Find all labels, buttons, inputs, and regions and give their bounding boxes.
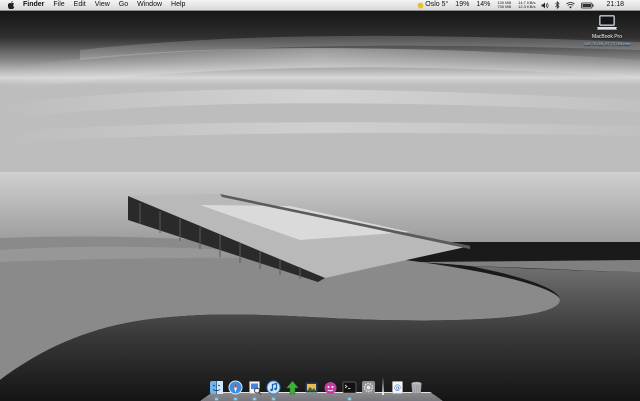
menu-window[interactable]: Window (137, 0, 162, 10)
menu-edit[interactable]: Edit (74, 0, 86, 10)
menu-bar-status-area: Oslo 5° 19% 14% 130 MB 730 MB 14.7 KB/s … (411, 0, 640, 10)
menu-view[interactable]: View (95, 0, 110, 10)
volume-icon[interactable] (541, 2, 549, 9)
laptop-drive-icon (597, 15, 617, 30)
dock-iphoto[interactable] (304, 380, 319, 395)
dock-system-preferences[interactable] (361, 380, 376, 395)
weather-menu-extra[interactable]: Oslo 5° (418, 0, 448, 10)
dock-itunes[interactable] (266, 380, 281, 400)
dock-preview[interactable] (247, 380, 262, 400)
dock-terminal[interactable] (342, 380, 357, 400)
disk-meter[interactable]: 14.7 KB/s 12.3 KB/s (518, 1, 535, 9)
menu-file[interactable]: File (53, 0, 64, 10)
menu-help[interactable]: Help (171, 0, 185, 10)
network-bottom-value: 730 MB (497, 4, 512, 9)
dock-safari[interactable] (228, 380, 243, 400)
memory-usage[interactable]: 14% (476, 0, 490, 10)
terminal-icon (342, 381, 357, 394)
itunes-icon (266, 380, 281, 395)
menu-clock[interactable]: 21:18 (606, 0, 624, 10)
dock-separator (382, 377, 384, 395)
finder-icon (210, 381, 223, 394)
menu-go[interactable]: Go (119, 0, 128, 10)
desktop-drive-macbook-pro[interactable]: MacBook Pro 149,75 GB, 97,72 GB free (582, 14, 632, 46)
running-indicator (348, 398, 351, 400)
dock-transmission[interactable] (285, 380, 300, 395)
adium-icon (324, 382, 337, 394)
running-indicator (272, 398, 275, 400)
running-indicator (215, 398, 218, 400)
iphoto-icon (305, 382, 318, 393)
drive-info-label: 149,75 GB, 97,72 GB free (583, 41, 631, 46)
running-indicator (253, 398, 256, 400)
dock-trash[interactable] (409, 380, 424, 395)
sun-icon (418, 2, 424, 8)
dock-items: @ (209, 377, 428, 400)
network-meter[interactable]: 130 MB 730 MB (497, 1, 511, 9)
wifi-icon[interactable] (566, 1, 576, 9)
dock: @ (200, 377, 443, 401)
downloads-stack-icon: @ (392, 381, 403, 394)
cpu-usage[interactable]: 19% (455, 0, 469, 10)
dock-adium[interactable] (323, 380, 338, 395)
bluetooth-icon[interactable] (555, 1, 560, 9)
apple-logo-icon[interactable] (8, 1, 15, 9)
running-indicator (234, 398, 237, 400)
preview-icon (249, 381, 262, 395)
menu-bar: Finder File Edit View Go Window Help Osl… (0, 0, 640, 11)
trash-icon (411, 381, 422, 394)
drive-name-label: MacBook Pro (591, 34, 622, 40)
desktop-wallpaper (0, 0, 640, 401)
dock-downloads-stack[interactable]: @ (390, 380, 405, 395)
svg-text:@: @ (394, 384, 401, 392)
battery-icon[interactable] (581, 2, 594, 9)
disk-bottom-value: 12.3 KB/s (518, 4, 536, 9)
system-preferences-icon (362, 381, 375, 394)
menu-finder[interactable]: Finder (23, 0, 44, 10)
weather-label: Oslo 5° (425, 1, 449, 8)
safari-icon (228, 380, 243, 395)
menu-bar-left: Finder File Edit View Go Window Help (0, 0, 194, 10)
transmission-icon (285, 380, 300, 395)
dock-finder[interactable] (209, 380, 224, 400)
